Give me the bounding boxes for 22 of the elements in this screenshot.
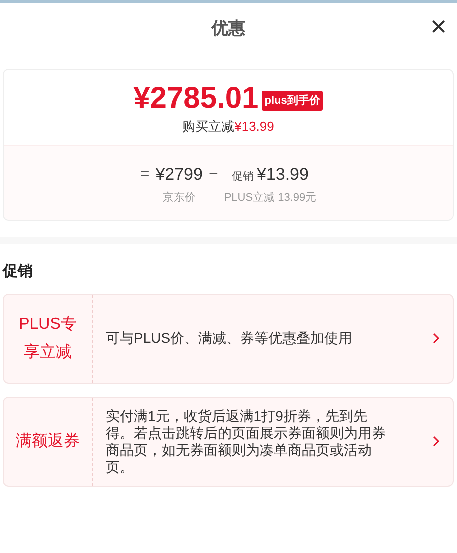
chevron-right-icon	[432, 436, 440, 447]
operator: −	[208, 164, 218, 184]
final-price: ¥2785.01	[134, 84, 259, 114]
operator: =	[140, 164, 150, 184]
promotion-description: 可与PLUS价、满减、券等优惠叠加使用	[106, 330, 353, 347]
price-badge: plus到手价	[262, 90, 324, 112]
amount-caption: PLUS立减 13.99元	[224, 190, 317, 206]
promotion-description: 实付满1元，收货后返满1打9折券，先到先得。若点击跳转后的页面展示券面额则为用券商品页，如无券面额则为凑单商品页或活动页。	[106, 408, 387, 476]
amount-caption: 京东价	[162, 190, 196, 206]
amount-prefix: 促销	[232, 170, 254, 184]
chevron-right-icon	[432, 333, 440, 344]
promotion-tag: 满额返券	[16, 428, 80, 456]
saving-amount: ¥13.99	[234, 118, 274, 136]
promotion-card[interactable]: 满额返券 实付满1元，收货后返满1打9折券，先到先得。若点击跳转后的页面展示券面额则为用券商品页，如无券面额则为凑单商品页或活动页。	[3, 396, 454, 486]
promotion-card[interactable]: PLUS专享立减 可与PLUS价、满减、券等优惠叠加使用	[3, 294, 454, 384]
promotion-tag: PLUS专享立减	[12, 310, 84, 366]
dialog-title: 优惠	[212, 18, 246, 40]
saving-label: 购买立减	[182, 118, 235, 136]
section-title: 促销	[2, 262, 34, 282]
close-button[interactable]: ×	[430, 13, 447, 41]
amount-value: ¥2799	[156, 164, 203, 186]
amount-value: ¥13.99	[256, 164, 309, 186]
